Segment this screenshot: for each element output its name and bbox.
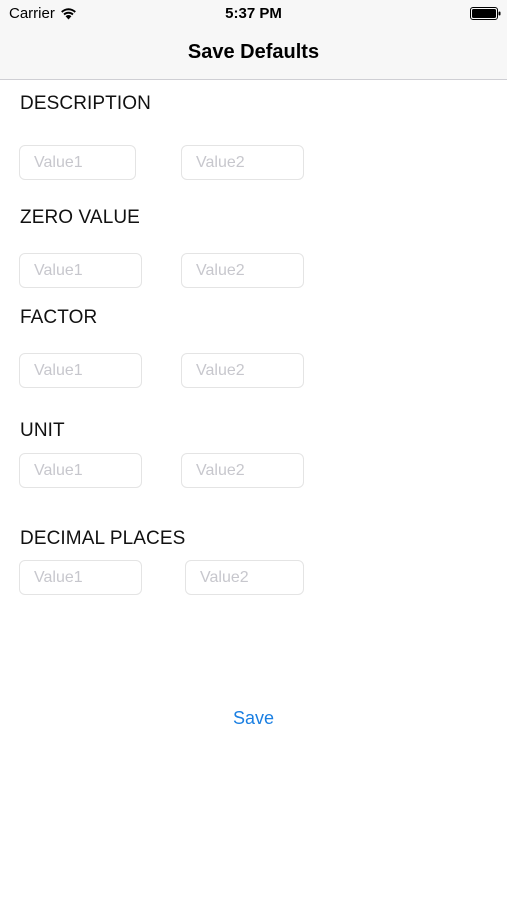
section-label-decimal-places: DECIMAL PLACES	[20, 528, 186, 549]
unit-value1-field[interactable]	[19, 453, 142, 488]
navigation-bar: Save Defaults	[0, 28, 507, 80]
status-time: 5:37 PM	[225, 5, 282, 22]
decimal-places-value1-field[interactable]	[19, 560, 142, 595]
factor-value1-field[interactable]	[19, 353, 142, 388]
description-value1-field[interactable]	[19, 145, 136, 180]
factor-value2-field[interactable]	[181, 353, 304, 388]
description-value2-field[interactable]	[181, 145, 304, 180]
section-label-factor: FACTOR	[20, 307, 98, 328]
page-title: Save Defaults	[187, 41, 320, 63]
save-button[interactable]: Save	[0, 708, 507, 729]
section-label-unit: UNIT	[20, 420, 65, 441]
zero-value-value1-field[interactable]	[19, 253, 142, 288]
battery-icon	[470, 7, 501, 20]
zero-value-value2-field[interactable]	[181, 253, 304, 288]
decimal-places-value2-field[interactable]	[185, 560, 304, 595]
status-bar: Carrier 5:37 PM	[0, 0, 507, 28]
section-label-zero-value: ZERO VALUE	[20, 207, 140, 228]
section-label-description: DESCRIPTION	[20, 93, 151, 114]
unit-value2-field[interactable]	[181, 453, 304, 488]
